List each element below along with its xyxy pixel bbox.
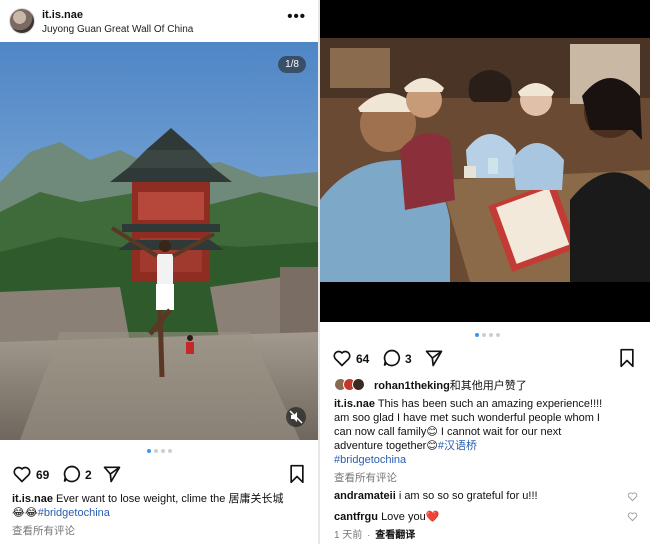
like-count: 69 xyxy=(36,468,50,482)
caption-emoji: 😊 xyxy=(426,426,438,438)
comment: andramateii i am so so so grateful for u… xyxy=(334,490,646,502)
comment-icon[interactable] xyxy=(62,464,82,484)
caption-emoji: 😂😂 xyxy=(12,507,38,519)
comment-username[interactable]: cantfrgu xyxy=(334,511,378,523)
hashtag-link[interactable]: #bridgetochina xyxy=(38,507,110,519)
dot xyxy=(489,333,493,337)
caption-line: am soo glad I have met such wonderful pe… xyxy=(334,412,600,424)
avatar xyxy=(352,378,365,391)
comment: cantfrgu Love you❤️ xyxy=(334,510,646,523)
like-count: 64 xyxy=(356,352,370,366)
dot xyxy=(496,333,500,337)
caption-line: can now call family xyxy=(334,426,427,438)
dot xyxy=(161,449,165,453)
bookmark-icon[interactable] xyxy=(288,464,306,484)
view-all-comments[interactable]: 查看所有评论 xyxy=(334,471,397,485)
carousel-dots xyxy=(147,449,172,455)
post-caption: it.is.nae Ever want to lose weight, clim… xyxy=(12,492,312,520)
post-username[interactable]: it.is.nae xyxy=(42,9,83,21)
heart-icon[interactable] xyxy=(332,348,352,368)
translate-link[interactable]: 查看翻译 xyxy=(375,530,415,541)
comment-text: i am so so so grateful for u!!! xyxy=(398,490,538,502)
dot xyxy=(482,333,486,337)
post-time: 1 天前 xyxy=(334,530,363,541)
comment-count: 3 xyxy=(405,352,412,366)
comment-emoji: ❤️ xyxy=(425,511,440,523)
carousel-dots xyxy=(475,333,500,339)
hashtag-link[interactable]: #bridgetochina xyxy=(334,454,406,466)
right-post: 64 3 rohan1theking和其他用户赞了 it.is.nae This… xyxy=(320,0,650,544)
hashtag-link[interactable]: #汉语桥 xyxy=(438,440,477,452)
dot xyxy=(475,333,479,337)
dot xyxy=(154,449,158,453)
dot xyxy=(147,449,151,453)
liked-by-username[interactable]: rohan1theking xyxy=(374,380,450,392)
bookmark-icon[interactable] xyxy=(618,348,636,368)
group-selfie-photo xyxy=(320,0,650,322)
comment-like-icon[interactable] xyxy=(627,491,638,502)
caption-text: Ever want to lose weight, clime the 居庸关长… xyxy=(56,493,284,505)
post-photo[interactable] xyxy=(0,42,318,440)
great-wall-photo xyxy=(0,42,318,440)
liked-by: rohan1theking和其他用户赞了 xyxy=(374,379,527,393)
caption-username[interactable]: it.is.nae xyxy=(12,493,53,505)
caption-line: This has been such an amazing experience… xyxy=(377,398,603,410)
post-location[interactable]: Juyong Guan Great Wall Of China xyxy=(42,24,193,35)
caption-line: adventure together xyxy=(334,440,427,452)
comment-count: 2 xyxy=(85,468,92,482)
action-bar: 69 2 xyxy=(12,464,312,486)
comment-text: Love you xyxy=(381,511,426,523)
caption-line: I cannot wait for our next xyxy=(437,426,562,438)
share-icon[interactable] xyxy=(424,348,444,368)
post-meta: 1 天前 · 查看翻译 xyxy=(334,530,416,541)
comment-icon[interactable] xyxy=(382,348,402,368)
post-caption: it.is.nae This has been such an amazing … xyxy=(334,397,646,467)
comment-username[interactable]: andramateii xyxy=(334,490,396,502)
share-icon[interactable] xyxy=(102,464,122,484)
left-post: it.is.nae Juyong Guan Great Wall Of Chin… xyxy=(0,0,318,544)
view-all-comments[interactable]: 查看所有评论 xyxy=(12,524,75,538)
post-photo[interactable] xyxy=(320,0,650,322)
comment-like-icon[interactable] xyxy=(627,511,638,522)
liked-by-suffix: 和其他用户赞了 xyxy=(449,380,527,392)
caption-emoji: 😊 xyxy=(426,440,438,452)
more-icon[interactable]: ••• xyxy=(287,8,306,25)
dot xyxy=(168,449,172,453)
post-header: it.is.nae Juyong Guan Great Wall Of Chin… xyxy=(0,0,318,42)
avatar[interactable] xyxy=(9,8,35,34)
caption-username[interactable]: it.is.nae xyxy=(334,398,375,410)
image-counter: 1/8 xyxy=(278,56,306,73)
liker-avatars xyxy=(334,378,374,392)
action-bar: 64 3 xyxy=(332,348,642,370)
mute-icon[interactable] xyxy=(286,407,306,427)
heart-icon[interactable] xyxy=(12,464,32,484)
